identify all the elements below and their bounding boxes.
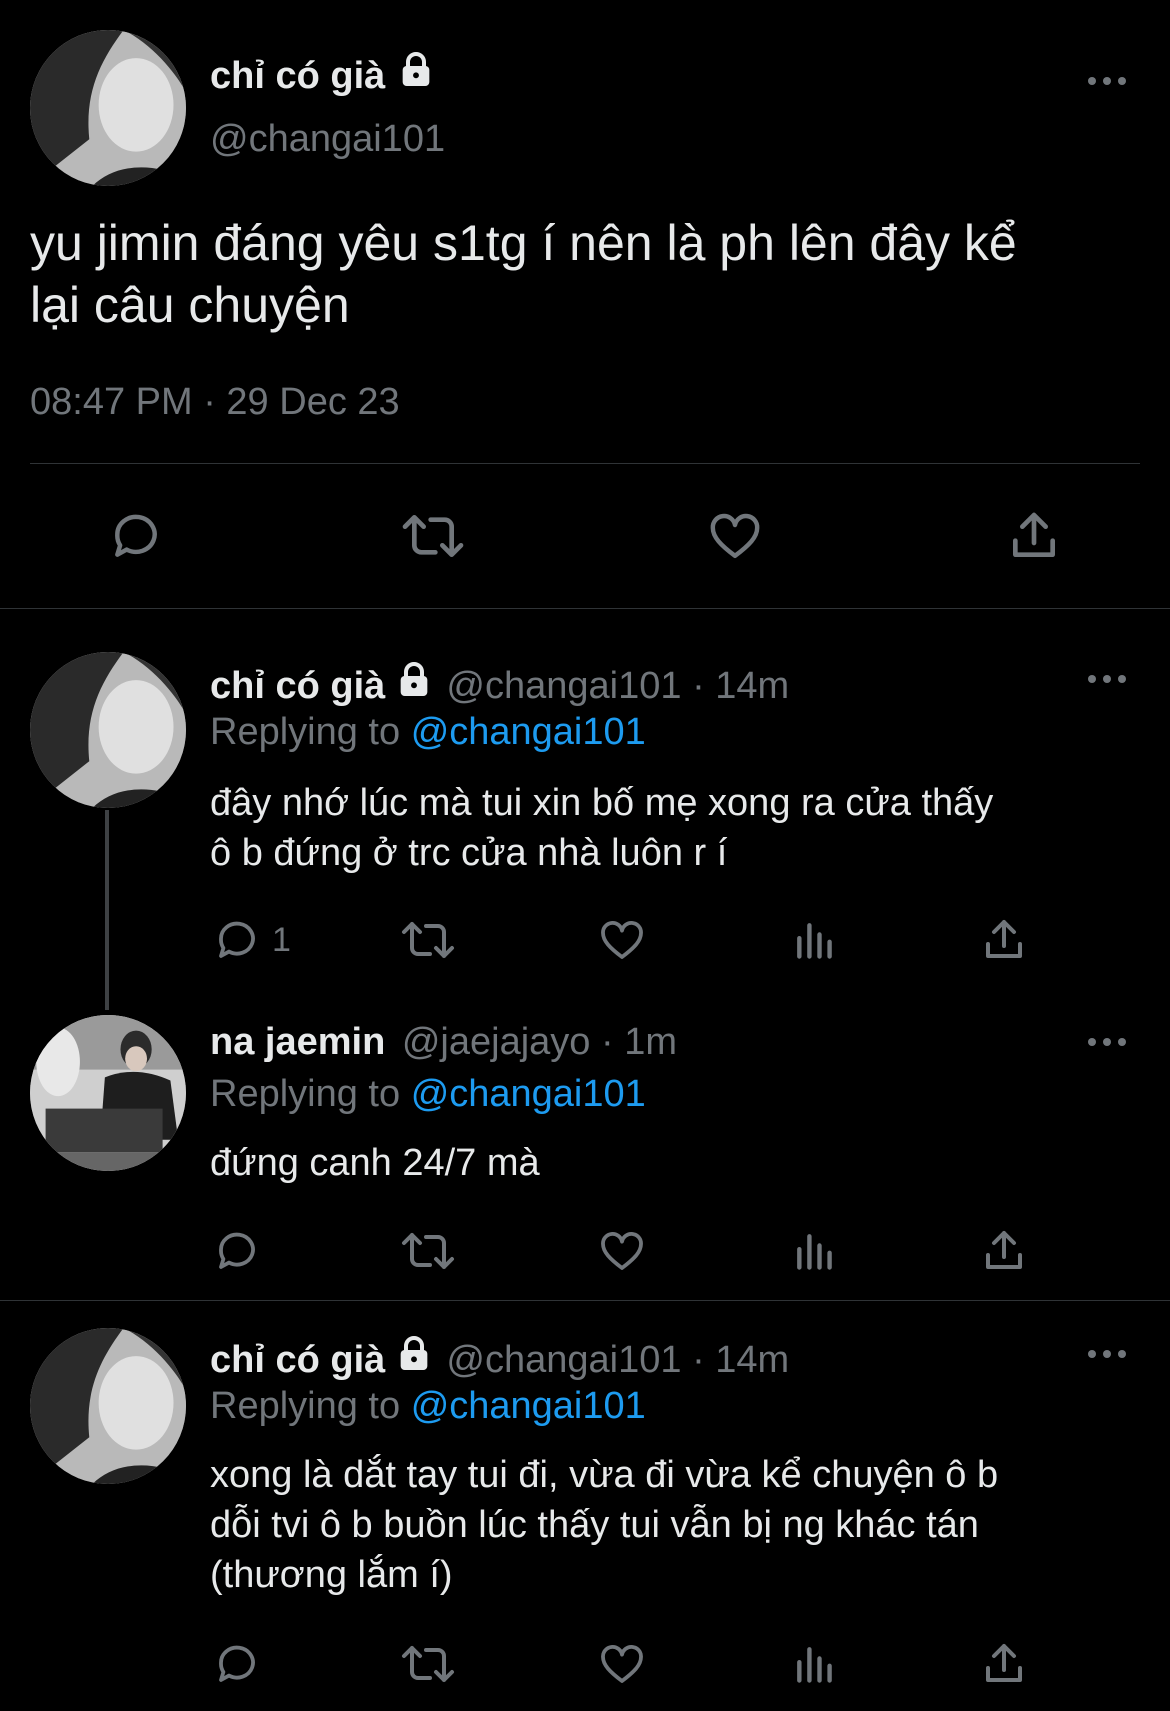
reply-count: 1 xyxy=(272,921,291,959)
display-name[interactable]: chỉ có già xyxy=(210,665,385,707)
like-icon[interactable] xyxy=(597,916,647,964)
section-divider xyxy=(0,1300,1170,1301)
more-icon[interactable] xyxy=(1088,1350,1126,1360)
share-icon[interactable] xyxy=(980,916,1028,964)
more-icon[interactable] xyxy=(1088,77,1126,87)
handle[interactable]: @jaejajayo xyxy=(402,1021,591,1063)
retweet-icon[interactable] xyxy=(400,1640,456,1688)
replying-label: Replying to xyxy=(210,1073,401,1115)
lock-icon xyxy=(400,1336,428,1370)
replying-to-link[interactable]: @changai101 xyxy=(411,1073,646,1115)
handle[interactable]: @changai101 xyxy=(446,665,681,707)
tweet-text: đây nhớ lúc mà tui xin bố mẹ xong ra cửa… xyxy=(210,782,994,874)
display-name[interactable]: chỉ có già xyxy=(210,1339,385,1381)
views-icon[interactable] xyxy=(792,916,836,964)
tweet-text: xong là dắt tay tui đi, vừa đi vừa kể ch… xyxy=(210,1454,999,1596)
like-icon[interactable] xyxy=(597,1227,647,1275)
divider xyxy=(30,463,1140,464)
replying-to-link[interactable]: @changai101 xyxy=(411,1385,646,1427)
time[interactable]: · 14m xyxy=(692,1339,789,1381)
tweet-text: đứng canh 24/7 mà xyxy=(210,1142,540,1184)
retweet-icon[interactable] xyxy=(400,1227,456,1275)
more-icon[interactable] xyxy=(1088,675,1126,685)
more-icon[interactable] xyxy=(1088,1038,1126,1048)
display-name[interactable]: chỉ có già xyxy=(210,55,385,97)
avatar[interactable] xyxy=(30,1328,186,1484)
section-divider xyxy=(0,608,1170,609)
avatar-image xyxy=(30,1328,186,1484)
like-icon[interactable] xyxy=(706,508,764,564)
views-icon[interactable] xyxy=(792,1640,836,1688)
replying-to-link[interactable]: @changai101 xyxy=(411,711,646,753)
lock-icon xyxy=(402,52,430,86)
display-name[interactable]: na jaemin xyxy=(210,1021,385,1063)
share-icon[interactable] xyxy=(1006,508,1062,564)
avatar-image xyxy=(30,652,186,808)
reply-icon[interactable] xyxy=(213,1227,261,1275)
reply-icon[interactable] xyxy=(108,508,164,564)
share-icon[interactable] xyxy=(980,1227,1028,1275)
reply-icon[interactable] xyxy=(213,1640,261,1688)
share-icon[interactable] xyxy=(980,1640,1028,1688)
tweet-text: yu jimin đáng yêu s1tg í nên là ph lên đ… xyxy=(30,215,1017,333)
like-icon[interactable] xyxy=(597,1640,647,1688)
avatar[interactable] xyxy=(30,652,186,808)
avatar-image xyxy=(30,30,186,186)
timestamp[interactable]: 08:47 PM · 29 Dec 23 xyxy=(30,380,400,424)
retweet-icon[interactable] xyxy=(400,508,466,564)
replying-label: Replying to xyxy=(210,1385,401,1427)
handle[interactable]: @changai101 xyxy=(446,1339,681,1381)
time[interactable]: · 14m xyxy=(692,665,789,707)
avatar-image xyxy=(30,1015,186,1171)
avatar[interactable] xyxy=(30,30,186,186)
thread-line xyxy=(105,810,109,1010)
reply-icon[interactable] xyxy=(213,916,261,964)
lock-icon xyxy=(400,662,428,696)
retweet-icon[interactable] xyxy=(400,916,456,964)
views-icon[interactable] xyxy=(792,1227,836,1275)
avatar[interactable] xyxy=(30,1015,186,1171)
time[interactable]: · 1m xyxy=(601,1021,677,1063)
replying-label: Replying to xyxy=(210,711,401,753)
handle[interactable]: @changai101 xyxy=(210,117,445,161)
